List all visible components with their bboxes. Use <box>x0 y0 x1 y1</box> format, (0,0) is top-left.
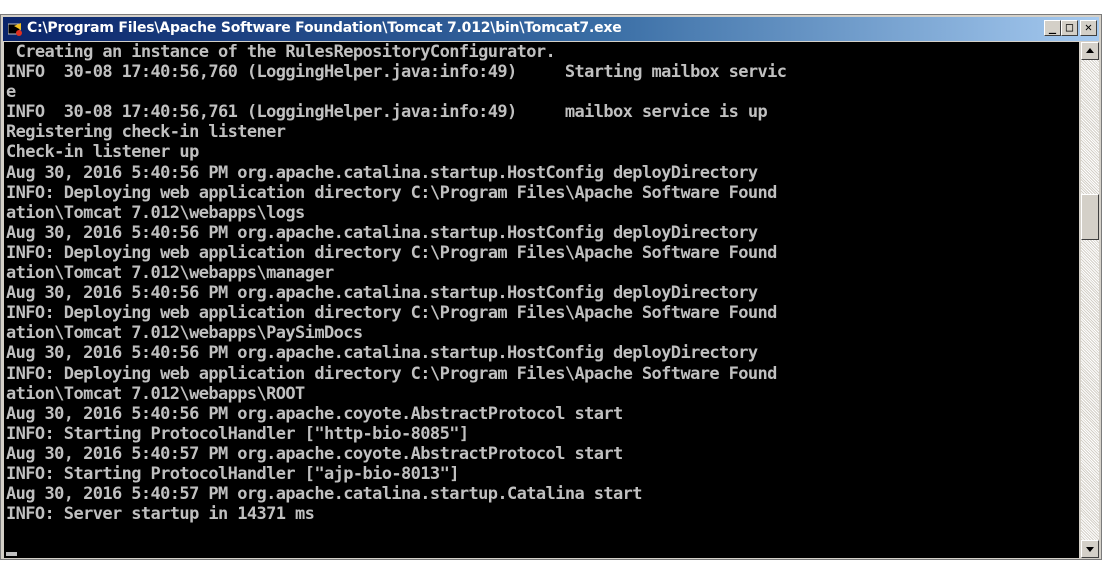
arrow-down-icon <box>1086 547 1094 552</box>
close-button[interactable]: ✕ <box>1080 20 1097 36</box>
console-area[interactable]: Creating an instance of the RulesReposit… <box>4 42 1079 558</box>
scroll-up-button[interactable] <box>1081 42 1099 60</box>
console-output: Creating an instance of the RulesReposit… <box>6 42 787 525</box>
scrollbar-thumb[interactable] <box>1081 194 1099 240</box>
maximize-button[interactable]: □ <box>1061 20 1078 36</box>
window-title: C:\Program Files\Apache Software Foundat… <box>27 20 622 36</box>
vertical-scrollbar[interactable] <box>1081 42 1099 558</box>
text-cursor <box>6 552 17 556</box>
arrow-up-icon <box>1086 48 1094 53</box>
tomcat-console-icon[interactable] <box>8 22 22 36</box>
scroll-down-button[interactable] <box>1081 540 1099 558</box>
console-window: C:\Program Files\Apache Software Foundat… <box>0 14 1102 560</box>
minimize-button[interactable]: _ <box>1044 20 1061 36</box>
title-bar[interactable]: C:\Program Files\Apache Software Foundat… <box>3 17 1099 41</box>
